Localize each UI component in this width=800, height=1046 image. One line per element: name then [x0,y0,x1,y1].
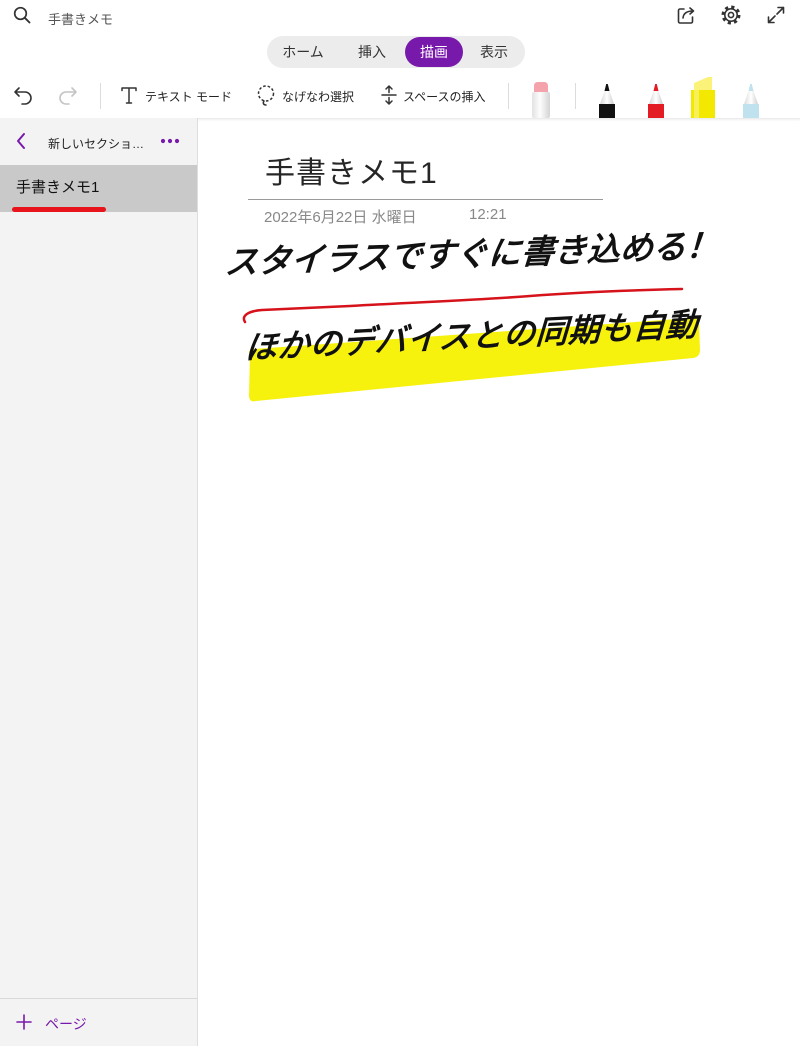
section-header: 新しいセクショ… [0,118,197,165]
add-page-button[interactable]: ページ [0,1004,197,1044]
chevron-left-icon[interactable] [15,132,27,150]
tab-view[interactable]: 表示 [463,36,525,68]
page-list-item-title: 手書きメモ1 [16,179,100,196]
note-canvas[interactable]: 手書きメモ1 2022年6月22日 水曜日 12:21 スタイラスですぐに書き込… [198,118,800,1046]
section-title[interactable]: 新しいセクショ… [48,135,144,152]
more-dots-icon[interactable] [160,138,180,144]
text-t-icon[interactable] [119,85,139,105]
search-label: 手書きメモ [48,12,114,27]
gear-icon[interactable] [720,4,742,26]
black-pen-icon[interactable] [593,82,621,118]
ribbon-tabs: ホーム 挿入 描画 表示 [267,36,525,68]
expand-icon[interactable] [765,4,787,26]
plus-icon [16,1014,32,1030]
lasso-icon[interactable] [255,84,277,106]
share-icon[interactable] [675,4,697,26]
search-icon [13,6,31,24]
tab-draw[interactable]: 描画 [405,37,463,67]
undo-icon[interactable] [12,84,34,106]
eraser-icon[interactable] [528,80,554,118]
text-mode-button[interactable]: テキスト モード [145,88,232,105]
red-annotation-underline [12,207,106,212]
red-ink-layer [242,287,684,324]
redo-icon[interactable] [57,84,79,106]
toolbar-divider [100,83,101,109]
insert-space-button[interactable]: スペースの挿入 [403,88,486,105]
toolbar-divider [575,83,576,109]
sidebar-footer-divider [0,998,197,999]
red-ink-underline-stroke [242,287,684,324]
lasso-select-button[interactable]: なげなわ選択 [282,88,354,105]
draw-toolbar: テキスト モード なげなわ選択 スペースの挿入 [0,72,800,118]
tab-home[interactable]: ホーム [267,36,339,68]
light-blue-pencil-icon[interactable] [737,82,765,118]
add-page-label: ページ [45,1016,87,1032]
insert-space-icon[interactable] [378,84,400,106]
yellow-highlighter-icon[interactable] [688,76,718,118]
toolbar-divider [508,83,509,109]
search-box[interactable]: 手書きメモ [8,2,178,30]
page-sidebar: 新しいセクショ… 手書きメモ1 ページ [0,118,198,1046]
tab-insert[interactable]: 挿入 [339,36,405,68]
page-list-item[interactable]: 手書きメモ1 [0,165,197,212]
red-pen-icon[interactable] [642,82,670,118]
